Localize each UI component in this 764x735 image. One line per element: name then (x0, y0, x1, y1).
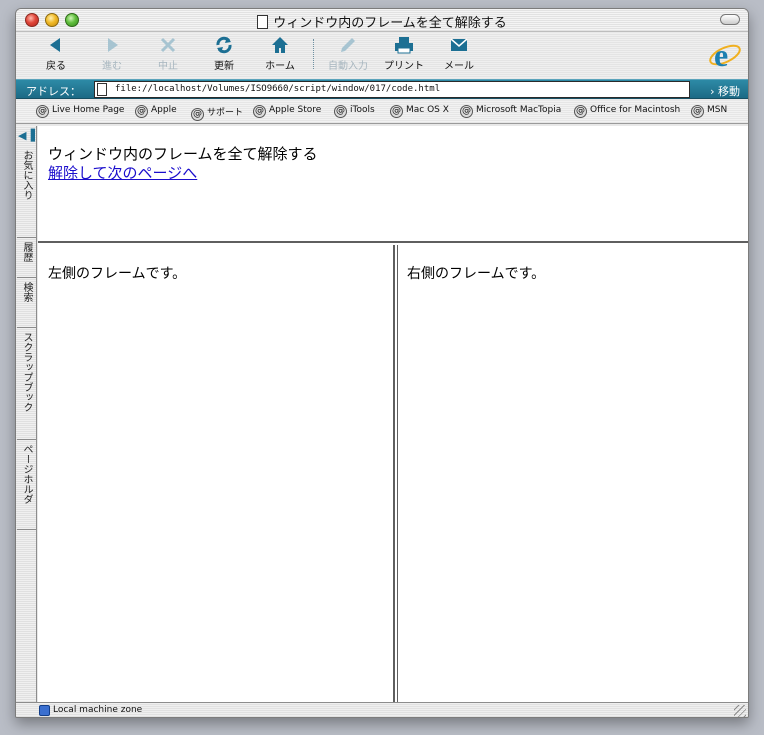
address-value: file://localhost/Volumes/ISO9660/script/… (115, 84, 441, 94)
left-frame: 左側のフレームです。 (38, 245, 395, 702)
stop-button[interactable]: 中止 (143, 35, 193, 72)
home-icon (255, 35, 305, 57)
favorites-bar: @ Live Home Page @ Apple @ サポート @ Apple Stor… (16, 101, 748, 124)
sidebar-tab-favorites[interactable]: お気に入り (17, 146, 36, 238)
mail-icon (434, 35, 484, 57)
svg-text:e: e (714, 37, 728, 72)
page-heading: ウィンドウ内のフレームを全て解除する (48, 145, 318, 163)
sidebar-tab-label: 検索 (21, 282, 32, 302)
favorite-label: Mac OS X (406, 105, 449, 115)
at-icon: @ (390, 105, 403, 118)
sidebar-tab-label: お気に入り (21, 150, 32, 200)
at-icon: @ (135, 105, 148, 118)
sidebar-tab-page-holder[interactable]: ページホルダ (17, 440, 36, 530)
print-button[interactable]: プリント (379, 35, 429, 72)
forward-arrow-icon (87, 35, 137, 57)
printer-icon (379, 35, 429, 57)
favorite-link[interactable]: @ Office for Macintosh (574, 105, 680, 118)
address-input[interactable]: file://localhost/Volumes/ISO9660/script/… (94, 81, 690, 98)
top-frame: ウィンドウ内のフレームを全て解除する 解除して次のページへ (38, 126, 748, 243)
zone-icon (39, 705, 50, 716)
security-zone: Local machine zone (53, 705, 143, 715)
page-document-icon (97, 83, 107, 96)
favorite-link[interactable]: @ Live Home Page (36, 105, 124, 118)
favorite-link[interactable]: @ MSN (691, 105, 727, 118)
status-bar: Local machine zone (16, 702, 748, 717)
sidebar-tab-label: ページホルダ (21, 444, 32, 504)
at-icon: @ (574, 105, 587, 118)
favorite-link[interactable]: @ Mac OS X (390, 105, 449, 118)
title-bar[interactable]: ウィンドウ内のフレームを全て解除する (16, 9, 748, 32)
favorite-label: Live Home Page (52, 105, 125, 115)
sidebar-toggle-icon[interactable]: ◀▐ (18, 129, 35, 142)
favorite-link[interactable]: @ Microsoft MacTopia (460, 105, 561, 118)
autofill-button[interactable]: 自動入力 (323, 35, 373, 72)
back-button[interactable]: 戻る (31, 35, 81, 72)
favorite-link[interactable]: @ iTools (334, 105, 375, 118)
at-icon: @ (253, 105, 266, 118)
sidebar-tab-scrapbook[interactable]: スクラップブック (17, 328, 36, 440)
right-frame: 右側のフレームです。 (397, 245, 748, 702)
sidebar-tab-history[interactable]: 履歴 (17, 238, 36, 278)
sidebar-tab-label: 履歴 (21, 242, 32, 262)
back-label: 戻る (46, 61, 66, 72)
mail-label: メール (444, 61, 474, 72)
sidebar-tab-label: スクラップブック (21, 332, 32, 412)
refresh-label: 更新 (214, 61, 234, 72)
collapse-button[interactable] (720, 14, 740, 25)
address-bar: アドレス： file://localhost/Volumes/ISO9660/s… (16, 79, 748, 99)
go-label: 移動 (718, 85, 740, 98)
address-label: アドレス： (26, 85, 81, 98)
stop-x-icon (143, 35, 193, 57)
favorite-label: Apple (151, 105, 177, 115)
at-icon: @ (191, 108, 204, 121)
ie-logo-icon: e (708, 36, 742, 73)
document-icon (257, 15, 269, 29)
right-frame-text: 右側のフレームです。 (407, 266, 546, 282)
toolbar-separator (313, 39, 314, 69)
print-label: プリント (384, 61, 424, 72)
stop-label: 中止 (158, 61, 178, 72)
refresh-icon (199, 35, 249, 57)
autofill-label: 自動入力 (328, 61, 368, 72)
explorer-sidebar: ◀▐ お気に入り 履歴 検索 スクラップブック ページホルダ (16, 126, 37, 702)
autofill-pen-icon (323, 35, 373, 57)
toolbar: 戻る 進む 中止 更新 ホーム 自動入力 プリント メール e (16, 33, 748, 78)
left-frame-text: 左側のフレームです。 (48, 266, 187, 282)
mail-button[interactable]: メール (434, 35, 484, 72)
at-icon: @ (36, 105, 49, 118)
favorite-label: Apple Store (269, 105, 322, 115)
unframe-next-link[interactable]: 解除して次のページへ (48, 162, 197, 183)
go-button[interactable]: › 移動 (710, 83, 740, 99)
refresh-button[interactable]: 更新 (199, 35, 249, 72)
browser-window: ウィンドウ内のフレームを全て解除する 戻る 進む 中止 更新 ホーム 自動入力 … (15, 8, 749, 718)
favorite-label: iTools (350, 105, 375, 115)
window-title-container: ウィンドウ内のフレームを全て解除する (16, 12, 748, 31)
at-icon: @ (334, 105, 347, 118)
forward-label: 進む (102, 61, 122, 72)
window-title: ウィンドウ内のフレームを全て解除する (273, 16, 507, 31)
forward-button[interactable]: 進む (87, 35, 137, 72)
favorite-link[interactable]: @ サポート (191, 105, 243, 121)
favorite-label: Office for Macintosh (590, 105, 681, 115)
favorite-link[interactable]: @ Apple (135, 105, 177, 118)
page-content: ウィンドウ内のフレームを全て解除する 解除して次のページへ 左側のフレームです。… (38, 126, 748, 702)
sidebar-tab-search[interactable]: 検索 (17, 278, 36, 328)
favorite-label: MSN (707, 105, 728, 115)
home-button[interactable]: ホーム (255, 35, 305, 72)
favorite-label: サポート (207, 108, 244, 118)
favorite-link[interactable]: @ Apple Store (253, 105, 321, 118)
home-label: ホーム (265, 61, 295, 72)
resize-grip[interactable] (734, 705, 746, 717)
at-icon: @ (691, 105, 704, 118)
at-icon: @ (460, 105, 473, 118)
favorite-label: Microsoft MacTopia (476, 105, 562, 115)
back-arrow-icon (31, 35, 81, 57)
